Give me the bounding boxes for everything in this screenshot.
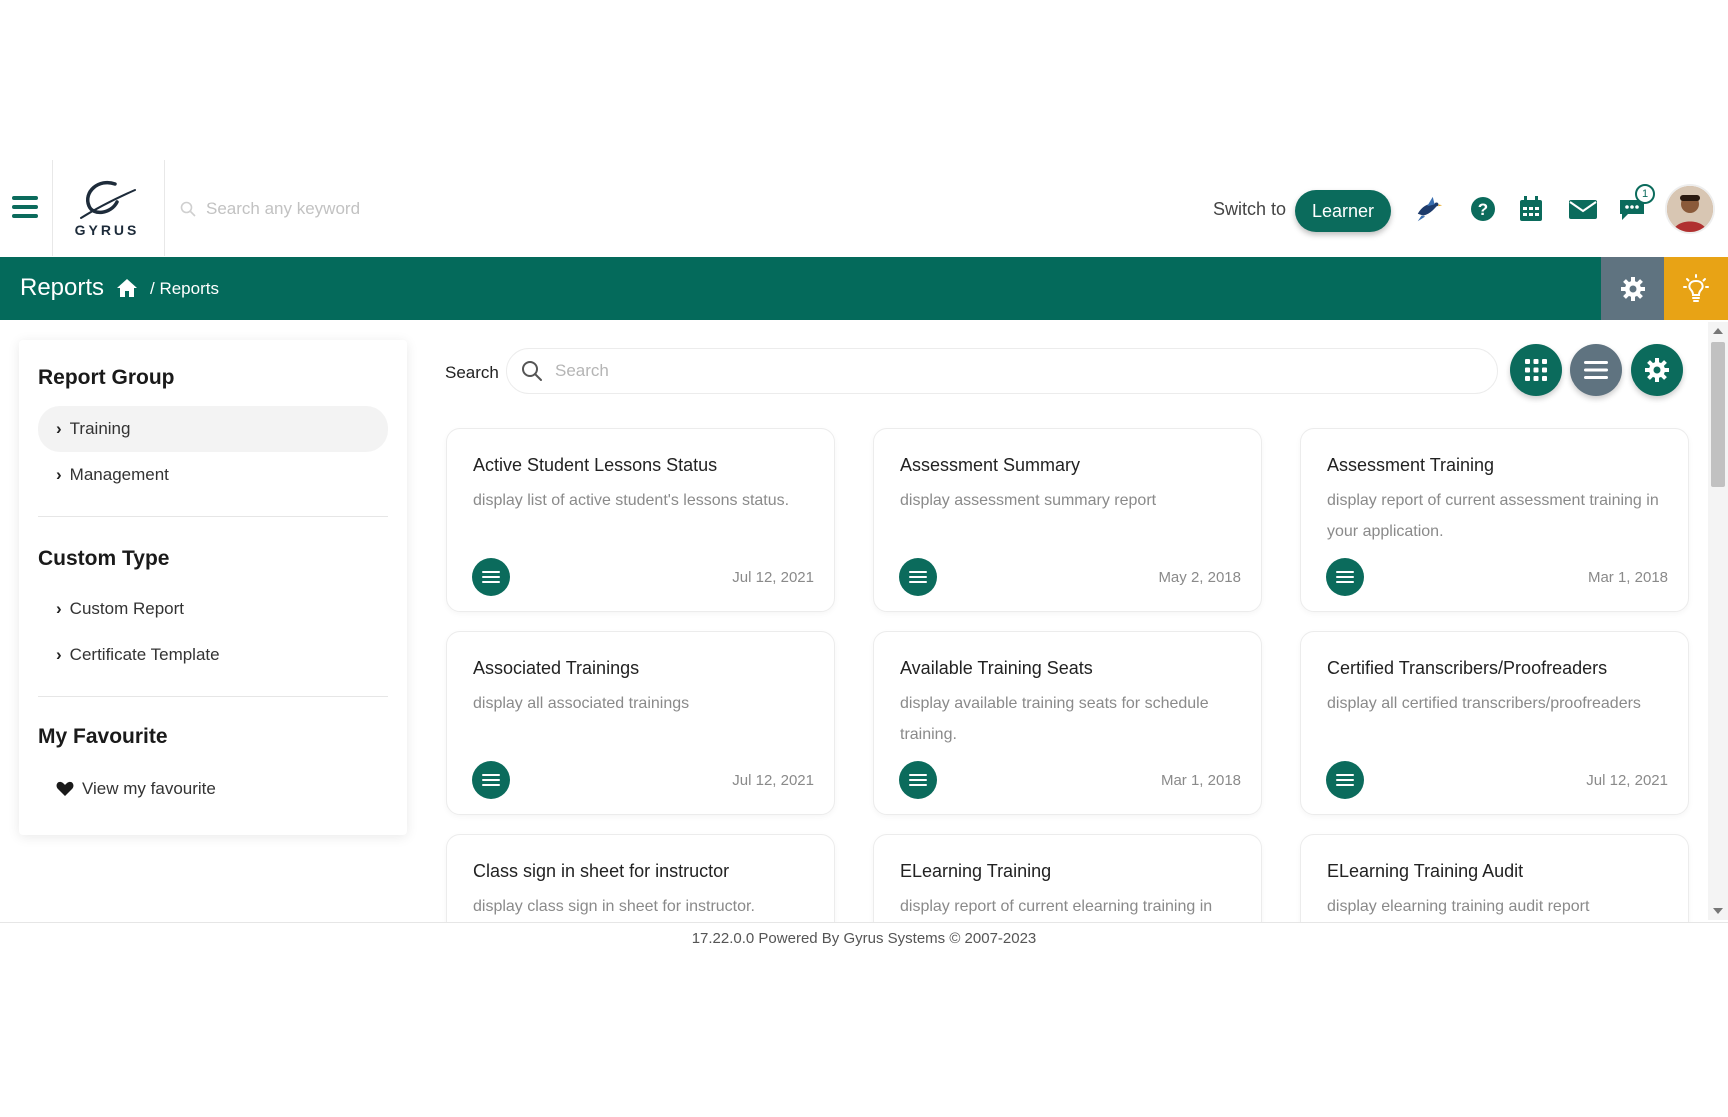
- report-card[interactable]: Associated Trainings display all associa…: [446, 631, 835, 815]
- sidebar-item-label: Certificate Template: [69, 645, 220, 664]
- sidebar-item-management[interactable]: › Management: [38, 452, 388, 498]
- avatar[interactable]: [1667, 186, 1713, 232]
- report-card-date: Mar 1, 2018: [1160, 772, 1241, 789]
- menu-lines-icon[interactable]: [1326, 761, 1364, 799]
- report-filter-sidebar: Report Group › Training › Management Cus…: [19, 340, 407, 835]
- breadcrumb[interactable]: / Reports: [150, 279, 219, 299]
- chevron-right-icon: ›: [56, 599, 62, 618]
- report-card[interactable]: ELearning Training display report of cur…: [873, 834, 1262, 922]
- calendar-icon[interactable]: [1516, 194, 1546, 224]
- report-card-date: Mar 1, 2018: [1587, 569, 1668, 586]
- report-card-title: Active Student Lessons Status: [473, 455, 718, 475]
- sidebar-item-certificate-template[interactable]: › Certificate Template: [38, 632, 388, 678]
- report-card-description: display list of active student's lessons…: [473, 492, 790, 509]
- chevron-right-icon: ›: [56, 465, 62, 484]
- logo-swirl-icon: [80, 180, 136, 219]
- logo-text: GYRUS: [74, 222, 140, 238]
- menu-icon[interactable]: [12, 196, 38, 218]
- report-group-heading: Report Group: [38, 366, 175, 389]
- report-card-title: ELearning Training Audit: [1327, 861, 1524, 881]
- report-card-title: Associated Trainings: [473, 658, 640, 678]
- chevron-right-icon: ›: [56, 419, 62, 438]
- report-card-description: display elearning training audit report: [1327, 898, 1590, 915]
- menu-lines-icon[interactable]: [899, 558, 937, 596]
- report-card-grid: Active Student Lessons Status display li…: [430, 320, 1700, 922]
- report-card-description: display available training seats for sch…: [900, 695, 1209, 743]
- help-icon[interactable]: ?: [1468, 194, 1498, 224]
- home-icon[interactable]: [116, 277, 138, 299]
- scroll-down-arrow-icon[interactable]: [1713, 908, 1723, 914]
- chat-icon[interactable]: 1: [1617, 184, 1655, 224]
- custom-type-heading: Custom Type: [38, 547, 170, 570]
- search-icon: [180, 201, 196, 217]
- sidebar-item-custom-report[interactable]: › Custom Report: [38, 586, 388, 632]
- report-card-title: Class sign in sheet for instructor: [473, 861, 730, 881]
- top-bar: GYRUS Switch to Learner ? 1: [0, 160, 1728, 256]
- report-card-title: Certified Transcribers/Proofreaders: [1327, 658, 1608, 678]
- footer-text: 17.22.0.0 Powered By Gyrus Systems © 200…: [691, 930, 1037, 947]
- keyword-search[interactable]: [180, 196, 580, 222]
- gyrus-logo[interactable]: GYRUS: [52, 178, 162, 242]
- report-card-date: Jul 12, 2021: [1586, 772, 1668, 789]
- menu-lines-icon[interactable]: [472, 761, 510, 799]
- report-card-description: display assessment summary report: [900, 492, 1157, 509]
- content-scrollbar[interactable]: [1708, 322, 1728, 920]
- report-card[interactable]: Assessment Summary display assessment su…: [873, 428, 1262, 612]
- page-title: Reports: [20, 274, 105, 301]
- switch-to-label: Switch to: [1213, 199, 1287, 219]
- report-card-date: Jul 12, 2021: [732, 772, 814, 789]
- divider: [164, 160, 165, 256]
- sidebar-item-label: Training: [69, 419, 131, 438]
- divider: [38, 696, 388, 697]
- heart-icon: [56, 781, 74, 796]
- bird-icon[interactable]: [1414, 194, 1444, 224]
- svg-text:?: ?: [1478, 200, 1488, 219]
- lightbulb-icon: [1683, 273, 1709, 302]
- menu-lines-icon[interactable]: [899, 761, 937, 799]
- report-card-date: May 2, 2018: [1158, 569, 1241, 586]
- tips-button[interactable]: [1664, 257, 1728, 320]
- settings-button[interactable]: [1601, 257, 1664, 320]
- chat-badge: 1: [1635, 184, 1655, 204]
- scroll-thumb[interactable]: [1711, 342, 1725, 487]
- chevron-right-icon: ›: [56, 645, 62, 664]
- report-card-title: Assessment Training: [1327, 455, 1495, 475]
- sidebar-item-label: View my favourite: [82, 779, 216, 798]
- keyword-search-input[interactable]: [206, 199, 546, 219]
- sidebar-item-label: Custom Report: [69, 599, 184, 618]
- gear-icon: [1620, 276, 1645, 301]
- menu-lines-icon[interactable]: [1326, 558, 1364, 596]
- report-card[interactable]: Assessment Training display report of cu…: [1300, 428, 1689, 612]
- report-card-title: Available Training Seats: [900, 658, 1093, 678]
- mail-icon[interactable]: [1568, 194, 1598, 224]
- report-card[interactable]: Class sign in sheet for instructor displ…: [446, 834, 835, 922]
- learner-button[interactable]: Learner: [1295, 190, 1391, 232]
- menu-lines-icon[interactable]: [472, 558, 510, 596]
- divider: [38, 516, 388, 517]
- report-card-description: display report of current elearning trai…: [900, 898, 1213, 915]
- report-card[interactable]: Available Training Seats display availab…: [873, 631, 1262, 815]
- sidebar-item-label: Management: [69, 465, 169, 484]
- scroll-up-arrow-icon[interactable]: [1713, 328, 1723, 334]
- report-card[interactable]: Certified Transcribers/Proofreaders disp…: [1300, 631, 1689, 815]
- divider: [0, 922, 1728, 923]
- report-card-description: display all certified transcribers/proof…: [1327, 695, 1641, 712]
- page-header-bar: Reports / Reports: [0, 257, 1728, 320]
- report-card-title: ELearning Training: [900, 861, 1052, 881]
- sidebar-item-view-favourite[interactable]: View my favourite: [38, 766, 388, 812]
- report-card-description: display all associated trainings: [473, 695, 690, 712]
- report-card-date: Jul 12, 2021: [732, 569, 814, 586]
- report-card[interactable]: Active Student Lessons Status display li…: [446, 428, 835, 612]
- report-card[interactable]: ELearning Training Audit display elearni…: [1300, 834, 1689, 922]
- sidebar-item-training[interactable]: › Training: [38, 406, 388, 452]
- report-card-description: display class sign in sheet for instruct…: [473, 898, 755, 915]
- my-favourite-heading: My Favourite: [38, 725, 168, 748]
- report-card-description: display report of current assessment tra…: [1327, 492, 1659, 540]
- report-card-title: Assessment Summary: [900, 455, 1081, 475]
